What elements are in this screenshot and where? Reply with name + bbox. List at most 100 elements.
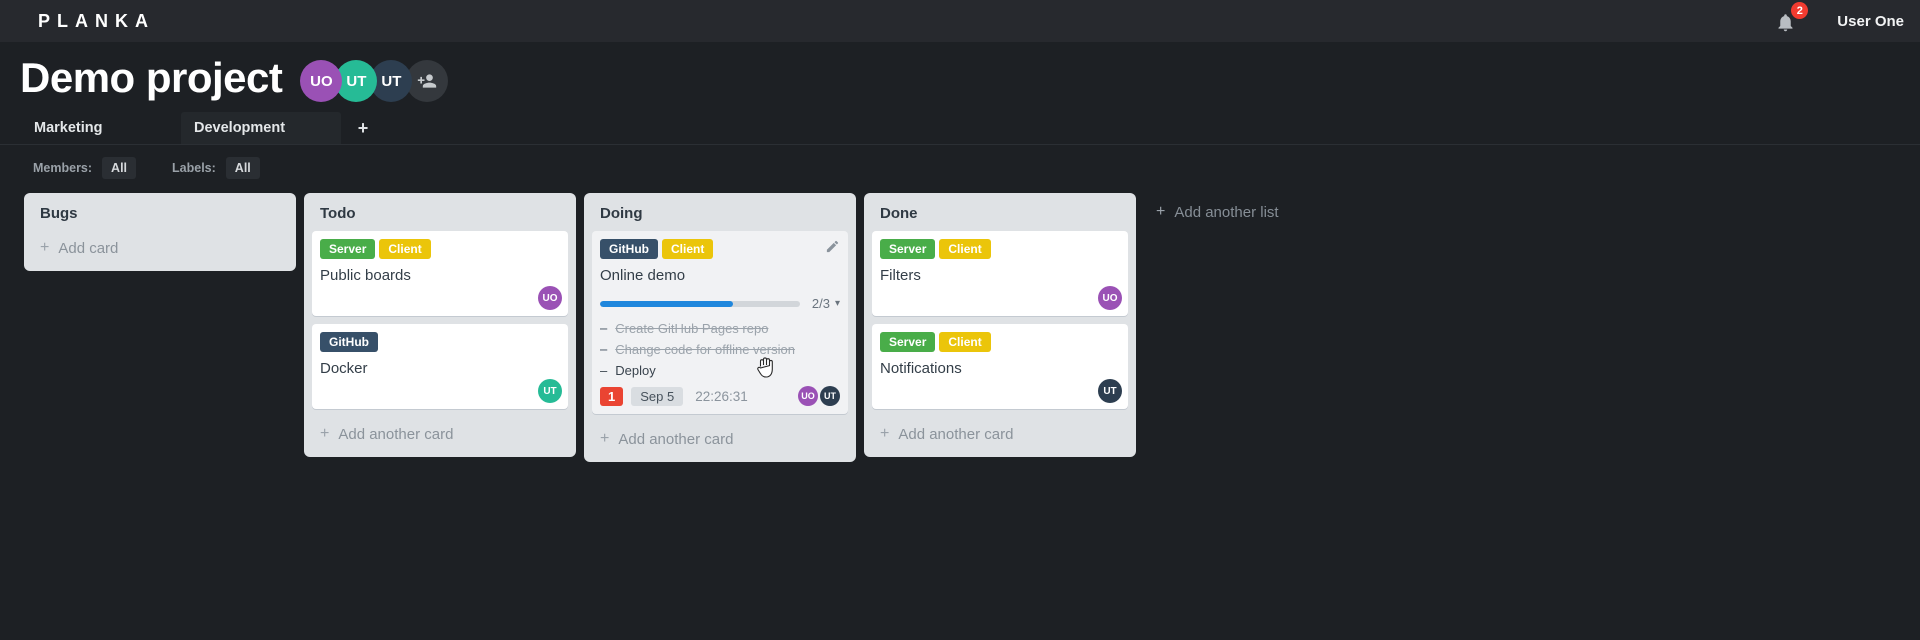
avatar[interactable]: UT [1098, 379, 1122, 403]
progress-fill [600, 300, 734, 307]
plus-icon: + [40, 239, 50, 256]
avatar[interactable]: UO [798, 386, 818, 406]
card-label[interactable]: Client [379, 239, 431, 259]
list-title[interactable]: Bugs [40, 205, 78, 222]
board-tabs: Marketing Development + [0, 112, 1920, 145]
add-card-button[interactable]: + Add another card [304, 417, 576, 453]
filter-bar: Members: All Labels: All [0, 145, 1920, 179]
avatar[interactable]: UT [820, 386, 840, 406]
project-header: Demo project UO UT UT [0, 42, 1920, 102]
labels-filter-label: Labels: [172, 161, 216, 175]
card-docker[interactable]: GitHub Docker UT [312, 324, 568, 409]
add-card-button[interactable]: + Add another card [864, 417, 1136, 453]
list-header: Bugs [24, 193, 296, 231]
card-label[interactable]: GitHub [600, 239, 658, 259]
list-title[interactable]: Todo [320, 205, 356, 222]
card-label[interactable]: Client [939, 332, 991, 352]
list-todo: Todo Server Client Public boards UO GitH… [304, 193, 576, 457]
task-text: Deploy [615, 363, 656, 378]
cards-container: GitHub Client Online demo 2/3 ▾ – Create… [584, 231, 856, 414]
card-label[interactable]: Client [939, 239, 991, 259]
list-title[interactable]: Done [880, 205, 918, 222]
plus-icon: + [600, 430, 610, 447]
plus-icon: + [880, 425, 890, 442]
task-dash: – [600, 363, 608, 378]
task-text: Change code for offline version [615, 342, 795, 357]
notifications-button[interactable]: 2 [1775, 2, 1809, 33]
add-member-button[interactable] [406, 60, 449, 102]
user-menu[interactable]: User One [1837, 13, 1904, 30]
add-card-label: Add another card [618, 430, 734, 448]
tasks-progress: 2/3 ▾ [600, 296, 840, 311]
edit-card-button[interactable] [825, 239, 840, 254]
project-members: UO UT UT [300, 60, 449, 102]
plus-icon: + [1156, 203, 1166, 220]
plus-icon: + [320, 425, 330, 442]
labels-filter-value[interactable]: All [225, 157, 260, 179]
card-title: Notifications [880, 360, 962, 377]
add-list-button[interactable]: + Add another list [1156, 193, 1356, 221]
card-label[interactable]: Server [320, 239, 376, 259]
card-title: Docker [320, 360, 368, 377]
list-header: Doing [584, 193, 856, 231]
task-dash: – [600, 321, 608, 336]
card-label[interactable]: GitHub [320, 332, 378, 352]
card-notification-badge: 1 [600, 386, 624, 406]
add-board-button[interactable]: + [341, 112, 385, 144]
add-card-button[interactable]: + Add another card [584, 422, 856, 458]
add-card-button[interactable]: + Add card [24, 231, 296, 267]
topbar-right: 2 User One [1775, 2, 1904, 33]
list-doing: Doing GitHub Client Online demo 2/3 ▾ – … [584, 193, 856, 462]
add-card-label: Add another card [338, 425, 454, 443]
add-card-label: Add another card [898, 425, 1014, 443]
progress-count: 2/3 [811, 296, 830, 311]
top-bar: PLANKA 2 User One [0, 0, 1920, 42]
tab-development[interactable]: Development [181, 112, 341, 144]
list-header: Todo [304, 193, 576, 231]
avatar[interactable]: UO [300, 60, 343, 102]
card-online-demo[interactable]: GitHub Client Online demo 2/3 ▾ – Create… [592, 231, 848, 414]
pencil-icon [826, 240, 839, 253]
progress-bar [600, 300, 800, 307]
card-notifications[interactable]: Server Client Notifications UT [872, 324, 1128, 409]
card-footer: 1 Sep 5 22:26:31 UO UT [600, 386, 840, 406]
task-text: Create GitHub Pages repo [615, 321, 769, 336]
due-date-badge[interactable]: Sep 5 [631, 386, 684, 406]
app-logo[interactable]: PLANKA [38, 11, 155, 32]
task-list: – Create GitHub Pages repo – Change code… [600, 321, 840, 378]
card-filters[interactable]: Server Client Filters UO [872, 231, 1128, 316]
avatar[interactable]: UO [538, 286, 562, 310]
members-filter-value[interactable]: All [102, 157, 137, 179]
card-label[interactable]: Server [880, 239, 936, 259]
label-row: Server Client [880, 332, 1120, 352]
add-list-label: Add another list [1174, 203, 1279, 221]
list-title[interactable]: Doing [600, 205, 643, 222]
project-title[interactable]: Demo project [20, 54, 283, 102]
label-row: GitHub [320, 332, 560, 352]
board: Bugs + Add card Todo Server Client Publi… [0, 179, 1920, 462]
cards-container: Server Client Filters UO Server Client N… [864, 231, 1136, 409]
list-done: Done Server Client Filters UO Server Cli… [864, 193, 1136, 457]
list-bugs: Bugs + Add card [24, 193, 296, 271]
task-item[interactable]: – Create GitHub Pages repo [600, 321, 840, 336]
card-label[interactable]: Client [662, 239, 714, 259]
person-add-icon [418, 74, 437, 88]
card-public-boards[interactable]: Server Client Public boards UO [312, 231, 568, 316]
list-header: Done [864, 193, 1136, 231]
label-row: Server Client [880, 239, 1120, 259]
avatar[interactable]: UT [538, 379, 562, 403]
card-label[interactable]: Server [880, 332, 936, 352]
cards-container: Server Client Public boards UO GitHub Do… [304, 231, 576, 409]
timer-value[interactable]: 22:26:31 [695, 389, 748, 404]
notifications-count-badge: 2 [1791, 2, 1809, 19]
label-row: GitHub Client [600, 239, 840, 259]
task-item[interactable]: – Change code for offline version [600, 342, 840, 357]
card-title: Filters [880, 267, 921, 284]
task-item[interactable]: – Deploy [600, 363, 840, 378]
avatar[interactable]: UO [1098, 286, 1122, 310]
add-card-label: Add card [58, 239, 119, 257]
members-filter-label: Members: [33, 161, 93, 175]
chevron-down-icon[interactable]: ▾ [835, 298, 840, 309]
tab-marketing[interactable]: Marketing [21, 112, 181, 144]
label-row: Server Client [320, 239, 560, 259]
